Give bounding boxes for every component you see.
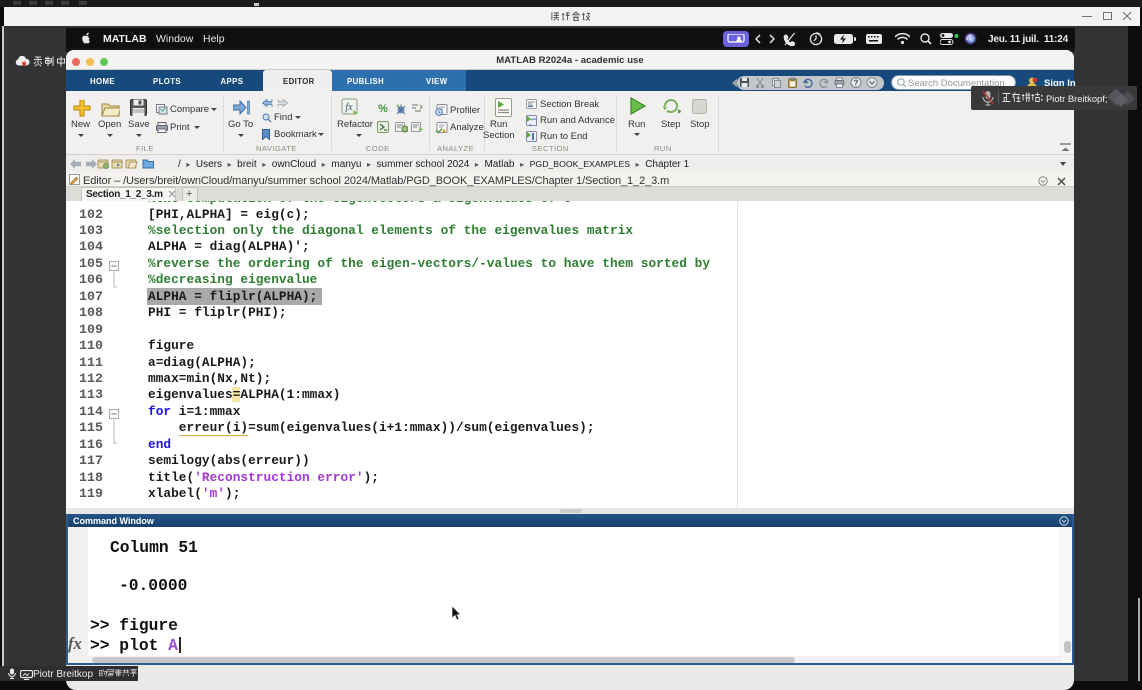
svg-text:fx: fx xyxy=(345,102,353,113)
svg-text:?: ? xyxy=(854,79,859,88)
